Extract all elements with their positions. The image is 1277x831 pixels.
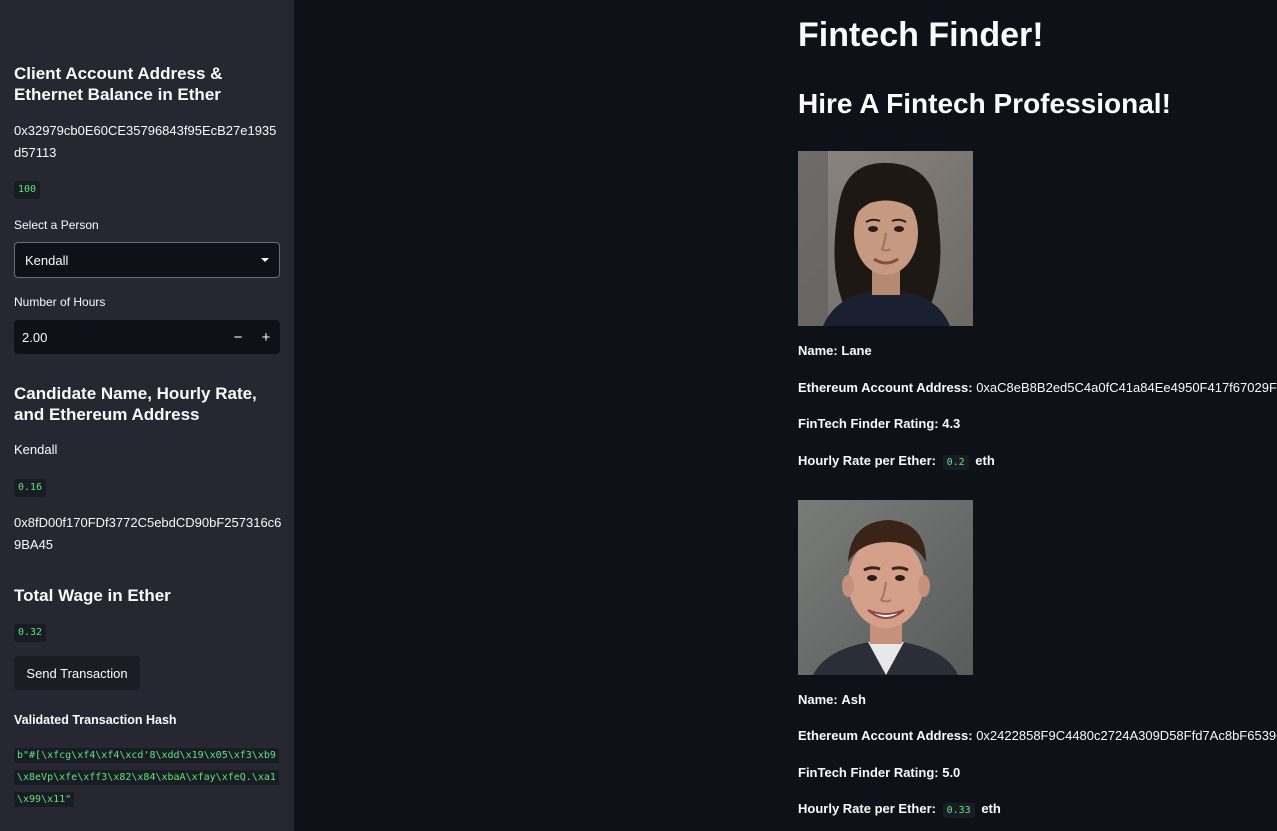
candidate-heading: Candidate Name, Hourly Rate, and Ethereu… — [14, 384, 257, 424]
account-heading: Client Account Address & Ethernet Balanc… — [14, 64, 223, 104]
profile-photo-lane — [798, 151, 973, 326]
name-value: Ash — [841, 692, 866, 707]
profile-address-lane: Ethereum Account Address: 0xaC8eB8B2ed5C… — [798, 379, 1277, 397]
select-person-label: Select a Person — [14, 218, 99, 232]
candidate-address: 0x8fD00f170FDf3772C5ebdCD90bF257316c69BA… — [14, 515, 282, 552]
rating-label: FinTech Finder Rating: — [798, 765, 939, 780]
balance-value: 100 — [14, 181, 41, 199]
sidebar: Client Account Address & Ethernet Balanc… — [0, 0, 294, 831]
woman-portrait-icon — [798, 151, 973, 326]
name-label: Name: — [798, 692, 838, 707]
rating-value: 4.3 — [942, 416, 961, 431]
total-wage-value: 0.32 — [14, 624, 47, 642]
hours-input[interactable]: 2.00 — [14, 330, 224, 345]
increment-button[interactable]: + — [252, 320, 280, 354]
address-value: 0xaC8eB8B2ed5C4a0fC41a84Ee4950F417f67029… — [976, 380, 1277, 395]
profile-rating-ash: FinTech Finder Rating: 5.0 — [798, 764, 960, 782]
profile-name-lane: Name: Lane — [798, 342, 872, 360]
rate-value: 0.33 — [942, 803, 975, 818]
candidate-rate: 0.16 — [14, 479, 47, 497]
profile-rate-ash: Hourly Rate per Ether: 0.33 eth — [798, 800, 1001, 820]
profile-rating-lane: FinTech Finder Rating: 4.3 — [798, 415, 960, 433]
validated-hash-heading: Validated Transaction Hash — [14, 713, 177, 727]
chevron-down-icon — [261, 258, 269, 262]
rate-unit: eth — [981, 801, 1001, 816]
page-title: Fintech Finder! — [798, 16, 1044, 54]
rating-label: FinTech Finder Rating: — [798, 416, 939, 431]
candidate-name: Kendall — [14, 442, 58, 457]
decrement-button[interactable]: − — [224, 320, 252, 354]
rate-unit: eth — [975, 453, 995, 468]
person-select[interactable]: Kendall — [14, 242, 280, 278]
profile-photo-ash — [798, 500, 973, 675]
address-label: Ethereum Account Address: — [798, 728, 973, 743]
person-select-value: Kendall — [25, 252, 69, 268]
rate-value: 0.2 — [942, 455, 969, 470]
profile-address-ash: Ethereum Account Address: 0x2422858F9C44… — [798, 727, 1277, 745]
hours-label: Number of Hours — [14, 295, 106, 309]
profile-name-ash: Name: Ash — [798, 691, 866, 709]
total-wage-heading: Total Wage in Ether — [14, 586, 171, 605]
account-address: 0x32979cb0E60CE35796843f95EcB27e1935d571… — [14, 123, 277, 160]
main-content: Fintech Finder! Hire A Fintech Professio… — [294, 0, 1277, 831]
app-window: Client Account Address & Ethernet Balanc… — [0, 0, 1277, 831]
man-portrait-icon — [798, 500, 973, 675]
name-label: Name: — [798, 343, 838, 358]
send-transaction-button[interactable]: Send Transaction — [14, 656, 140, 690]
profile-rate-lane: Hourly Rate per Ether: 0.2 eth — [798, 452, 995, 472]
rating-value: 5.0 — [942, 765, 961, 780]
rate-label: Hourly Rate per Ether: — [798, 801, 936, 816]
transaction-hash: b"#[\xfcg\xf4\xf4\xcd'8\xdd\x19\x05\xf3\… — [14, 745, 282, 811]
page-subtitle: Hire A Fintech Professional! — [798, 88, 1171, 119]
hours-stepper: 2.00 − + — [14, 320, 280, 354]
transaction-hash-text: b"#[\xfcg\xf4\xf4\xcd'8\xdd\x19\x05\xf3\… — [14, 748, 279, 807]
name-value: Lane — [841, 343, 872, 358]
address-label: Ethereum Account Address: — [798, 380, 973, 395]
address-value: 0x2422858F9C4480c2724A309D58Ffd7Ac8bF653… — [976, 728, 1277, 743]
rate-label: Hourly Rate per Ether: — [798, 453, 936, 468]
